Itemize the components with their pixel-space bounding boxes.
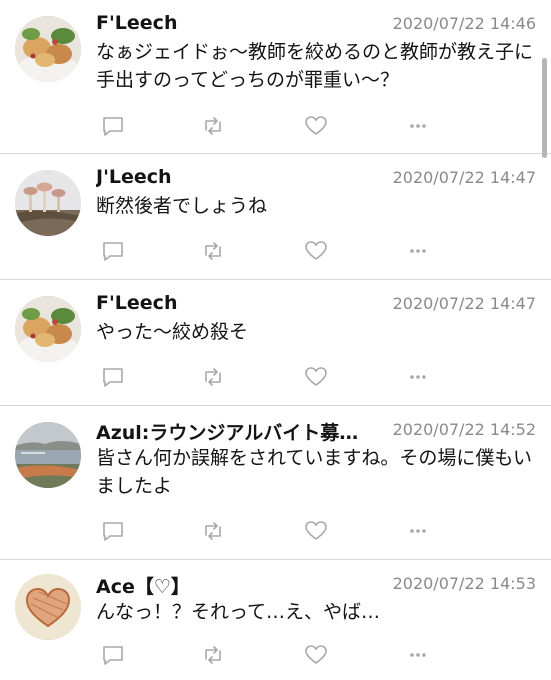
retweet-icon[interactable]	[200, 642, 226, 668]
tweet-timestamp[interactable]: 2020/07/22 14:47	[393, 294, 536, 313]
more-icon[interactable]	[405, 642, 431, 668]
tweet-item[interactable]: J'Leech 2020/07/22 14:47 断然後者でしょうね	[0, 154, 551, 280]
tweet-author-name[interactable]: Azul:ラウンジアルバイト募…	[96, 418, 358, 445]
tweet-author-name[interactable]: Ace【♡】	[96, 572, 190, 599]
food-avatar-icon[interactable]	[15, 296, 81, 362]
tweet-author-name[interactable]: J'Leech	[96, 166, 172, 188]
retweet-icon[interactable]	[200, 518, 226, 544]
tweet-text: んなっ！？それって…え、やば…	[96, 601, 381, 623]
more-icon[interactable]	[405, 364, 431, 390]
landscape-avatar-icon[interactable]	[15, 422, 81, 488]
more-icon[interactable]	[405, 238, 431, 264]
reply-icon[interactable]	[100, 642, 126, 668]
scrollbar[interactable]	[542, 58, 547, 158]
retweet-icon[interactable]	[200, 238, 226, 264]
more-icon[interactable]	[405, 113, 431, 139]
more-icon[interactable]	[405, 518, 431, 544]
like-icon[interactable]	[303, 238, 329, 264]
tweet-timestamp[interactable]: 2020/07/22 14:46	[393, 14, 536, 33]
tweet-item[interactable]: Ace【♡】 2020/07/22 14:53 んなっ！？それって…え、やば…	[0, 560, 551, 680]
tweet-timestamp[interactable]: 2020/07/22 14:52	[393, 420, 536, 439]
mushroom-avatar-icon[interactable]	[15, 170, 81, 236]
tweet-text: やった〜絞め殺そ	[96, 321, 249, 343]
tweet-text: なぁジェイドぉ〜教師を絞めるのと教師が教え子に手出すのってどっちのが罪重い〜？	[96, 41, 534, 91]
tweet-actions	[96, 238, 436, 264]
tweet-item[interactable]: F'Leech 2020/07/22 14:46 なぁジェイドぉ〜教師を絞めるの…	[0, 0, 551, 154]
like-icon[interactable]	[303, 364, 329, 390]
like-icon[interactable]	[303, 518, 329, 544]
tweet-actions	[96, 642, 436, 668]
tweet-author-name[interactable]: F'Leech	[96, 292, 177, 314]
tweet-item[interactable]: F'Leech 2020/07/22 14:47 やった〜絞め殺そ	[0, 280, 551, 406]
tweet-timestamp[interactable]: 2020/07/22 14:53	[393, 574, 536, 593]
food-avatar-icon[interactable]	[15, 16, 81, 82]
tweet-actions	[96, 518, 436, 544]
tweet-author-name[interactable]: F'Leech	[96, 12, 177, 34]
reply-icon[interactable]	[100, 113, 126, 139]
tweet-timestamp[interactable]: 2020/07/22 14:47	[393, 168, 536, 187]
tweet-text: 断然後者でしょうね	[96, 195, 268, 217]
tweet-actions	[96, 364, 436, 390]
reply-icon[interactable]	[100, 518, 126, 544]
tweet-item[interactable]: Azul:ラウンジアルバイト募… 2020/07/22 14:52 皆さん何か誤…	[0, 406, 551, 560]
heart-avatar-icon[interactable]	[15, 574, 81, 640]
tweet-text: 皆さん何か誤解をされていますね。その場に僕もいましたよ	[96, 447, 533, 497]
retweet-icon[interactable]	[200, 364, 226, 390]
reply-icon[interactable]	[100, 238, 126, 264]
like-icon[interactable]	[303, 642, 329, 668]
reply-icon[interactable]	[100, 364, 126, 390]
tweet-actions	[96, 113, 436, 139]
retweet-icon[interactable]	[200, 113, 226, 139]
timeline-feed[interactable]: F'Leech 2020/07/22 14:46 なぁジェイドぉ〜教師を絞めるの…	[0, 0, 551, 680]
like-icon[interactable]	[303, 113, 329, 139]
